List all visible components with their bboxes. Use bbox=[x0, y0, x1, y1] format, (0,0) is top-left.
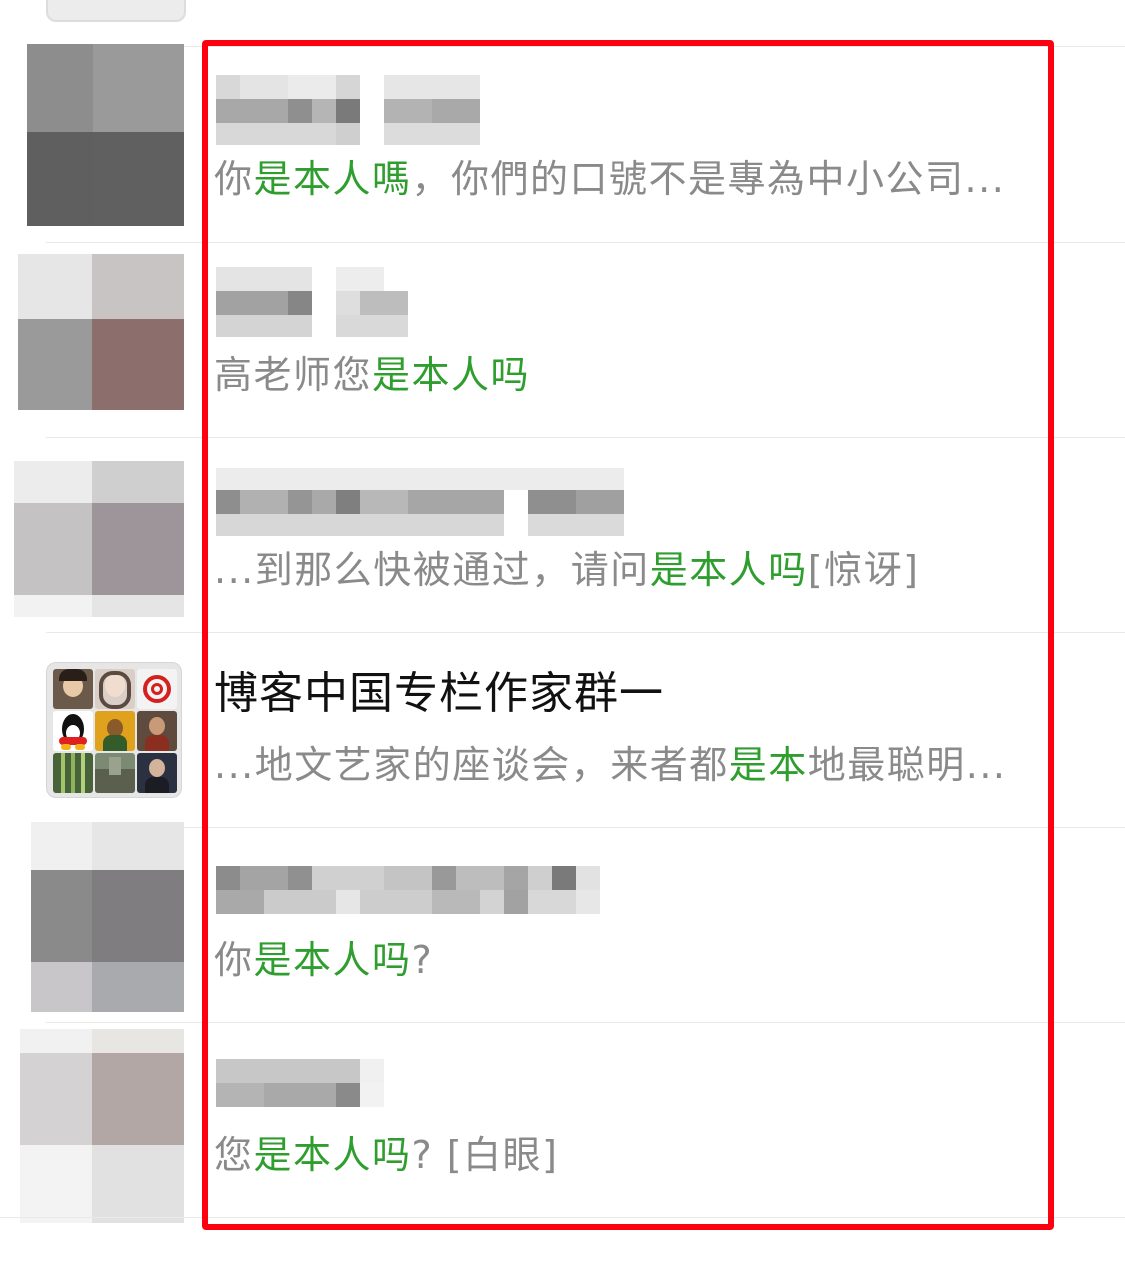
blurred-contact-name bbox=[216, 468, 624, 540]
keyword-highlight: 是本人吗 bbox=[372, 353, 531, 397]
preview-text: 你 bbox=[214, 938, 254, 982]
chat-row-1[interactable]: 你是本人嗎，你們的口號不是專為中小公司... bbox=[0, 44, 1125, 242]
group-collage-icon bbox=[46, 662, 182, 798]
partial-avatar bbox=[46, 0, 186, 22]
preview-text: ...到那么快被通过，请问 bbox=[214, 548, 650, 592]
preview-text: ? [白眼] bbox=[411, 1133, 559, 1177]
blurred-contact-name bbox=[216, 267, 408, 339]
blurred-avatar bbox=[14, 461, 184, 617]
message-preview: 高老师您是本人吗 bbox=[214, 351, 530, 399]
chat-row-6[interactable]: 您是本人吗? [白眼] bbox=[0, 1023, 1125, 1223]
keyword-highlight: 是本人吗 bbox=[649, 548, 808, 592]
keyword-highlight: 是本人吗 bbox=[253, 1133, 412, 1177]
blurred-avatar bbox=[20, 1029, 184, 1223]
message-preview: 你是本人吗? bbox=[214, 936, 433, 984]
chat-row-2[interactable]: 高老师您是本人吗 bbox=[0, 243, 1125, 438]
blurred-contact-name bbox=[216, 75, 480, 147]
preview-text: [惊讶] bbox=[807, 548, 920, 592]
preview-text: ...地文艺家的座谈会，来者都 bbox=[214, 743, 729, 787]
row-divider bbox=[0, 1217, 1125, 1218]
preview-text: 地最聪明... bbox=[807, 743, 1007, 787]
preview-text: 高老师您 bbox=[214, 353, 373, 397]
chat-name: 博客中国专栏作家群一 bbox=[214, 668, 664, 719]
preview-text: 你 bbox=[214, 157, 254, 201]
preview-text: ? bbox=[411, 938, 434, 982]
chat-row-3[interactable]: ...到那么快被通过，请问是本人吗[惊讶] bbox=[0, 438, 1125, 633]
blurred-avatar bbox=[31, 822, 184, 1012]
message-preview: 您是本人吗? [白眼] bbox=[214, 1131, 558, 1179]
blurred-contact-name bbox=[216, 1059, 384, 1131]
blurred-avatar bbox=[18, 254, 184, 410]
keyword-highlight: 是本 bbox=[728, 743, 808, 787]
message-preview: ...地文艺家的座谈会，来者都是本地最聪明... bbox=[214, 741, 1007, 789]
chat-row-5[interactable]: 你是本人吗? bbox=[0, 822, 1125, 1023]
preview-text: ，你們的口號不是專為中小公司... bbox=[411, 157, 1006, 201]
blurred-contact-name bbox=[216, 866, 600, 938]
blurred-avatar bbox=[27, 44, 184, 226]
keyword-highlight: 是本人吗 bbox=[253, 938, 412, 982]
keyword-highlight: 是本人嗎 bbox=[253, 157, 412, 201]
message-preview: ...到那么快被通过，请问是本人吗[惊讶] bbox=[214, 546, 919, 594]
preview-text: 您 bbox=[214, 1133, 254, 1177]
message-preview: 你是本人嗎，你們的口號不是專為中小公司... bbox=[214, 155, 1005, 203]
partial-chat-row[interactable] bbox=[0, 0, 1125, 46]
